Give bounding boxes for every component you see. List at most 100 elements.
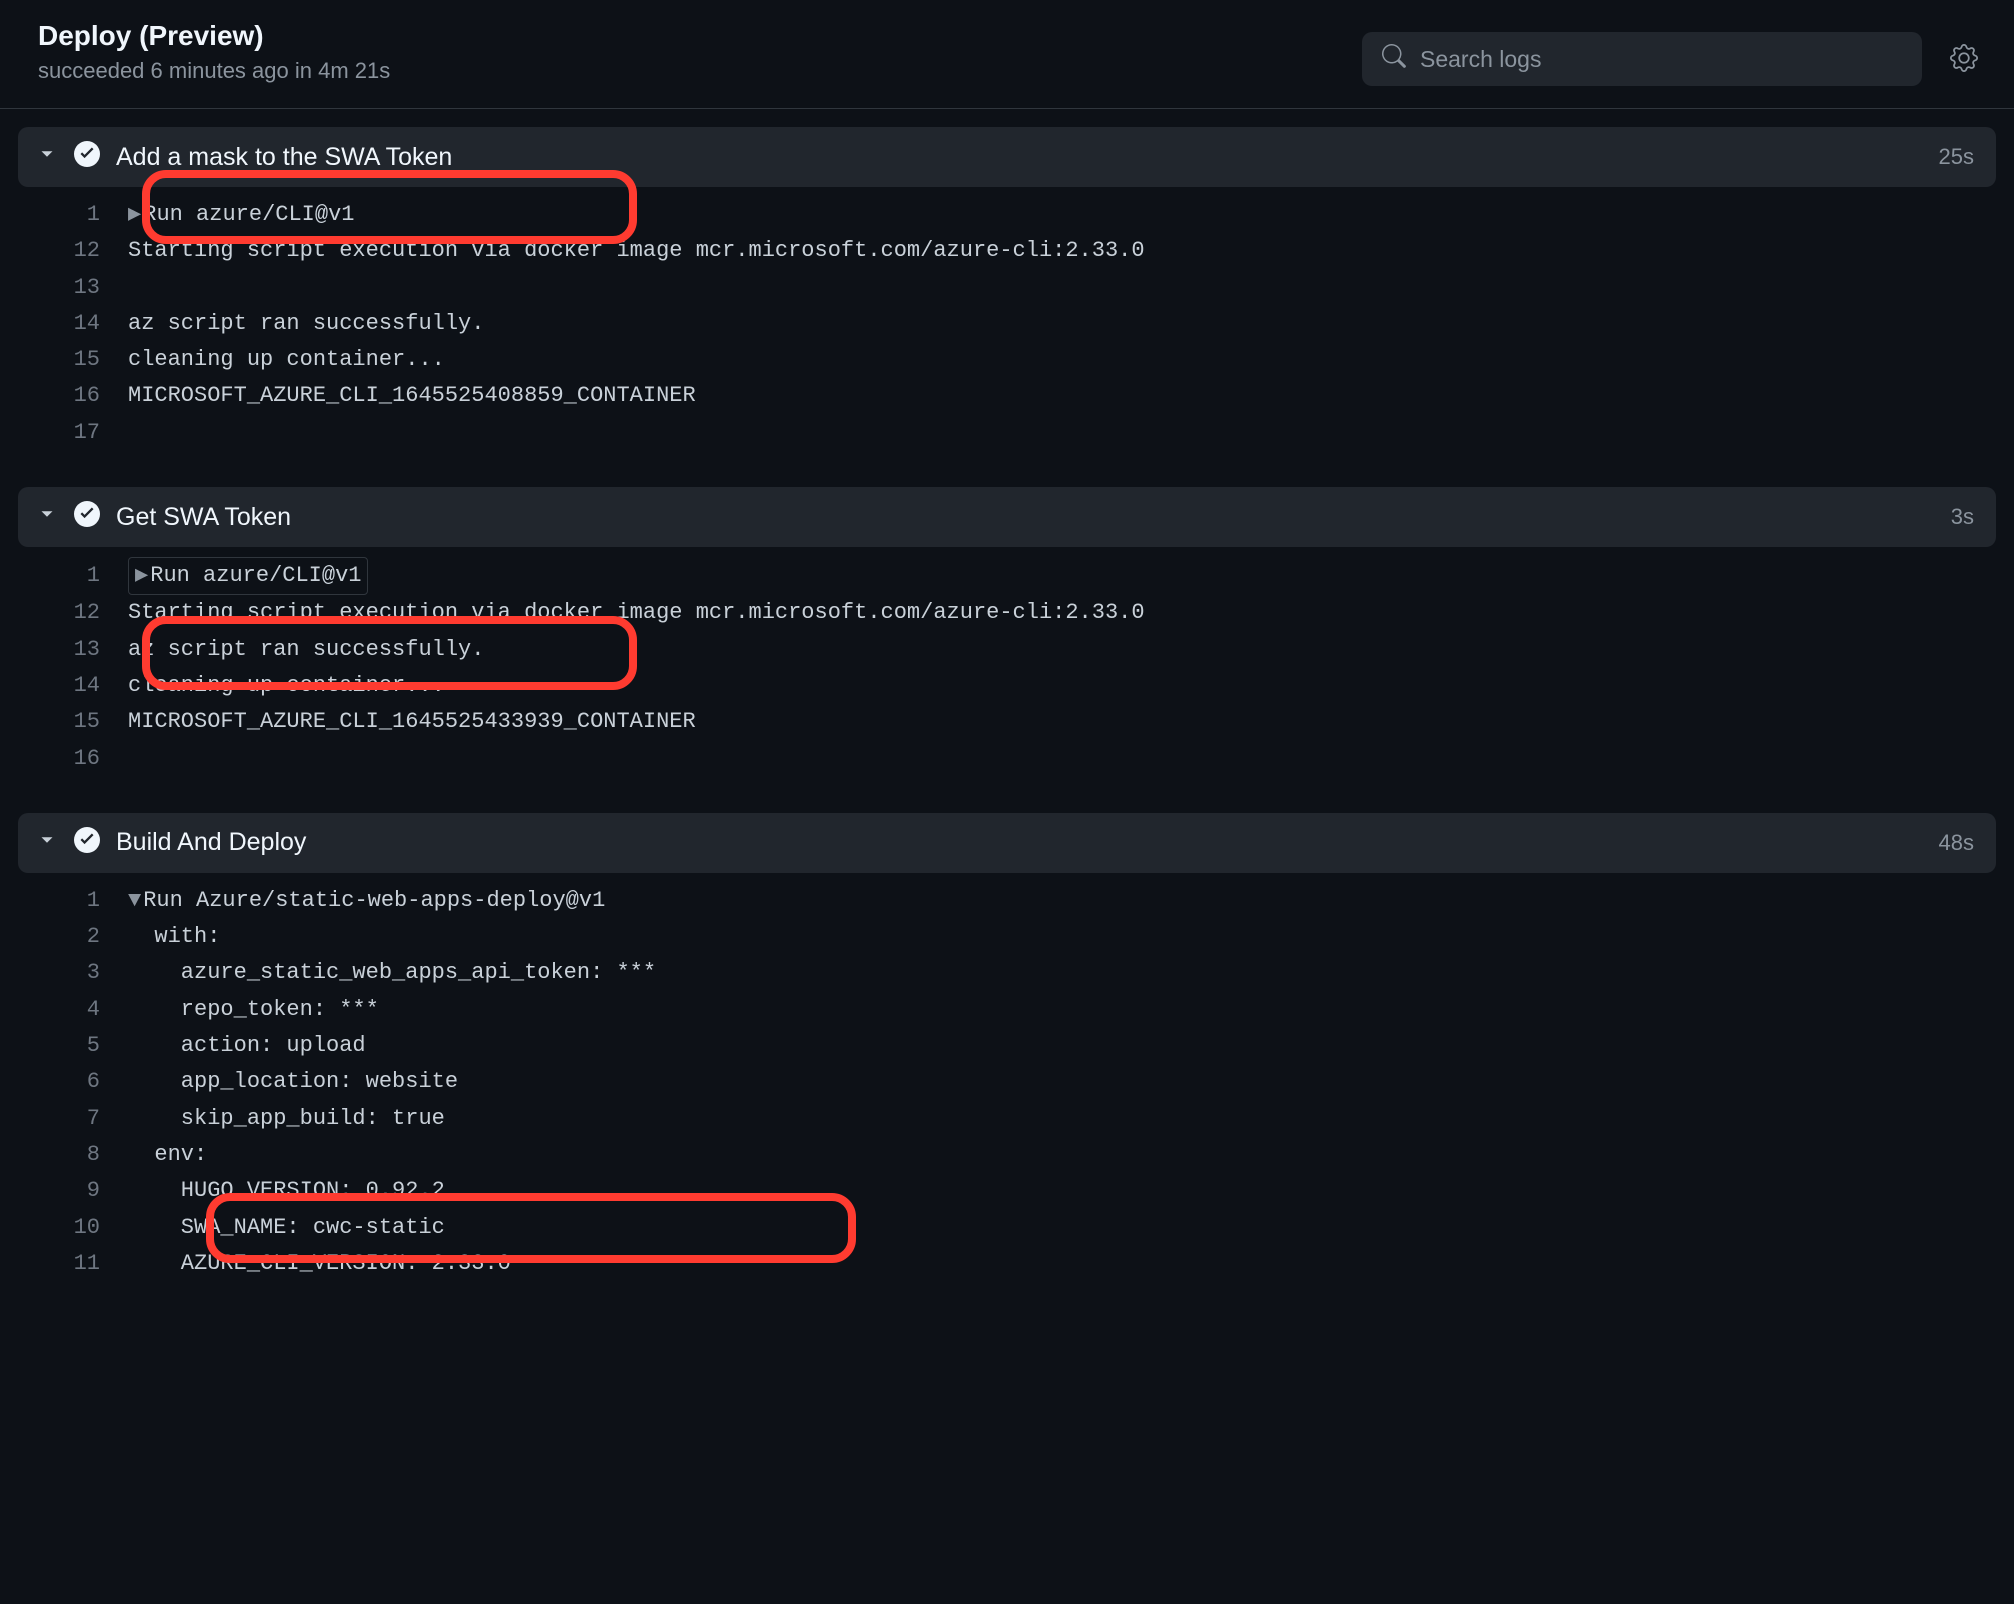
line-number: 16 <box>18 741 128 777</box>
caret-right-icon[interactable]: ▶ <box>128 197 141 233</box>
log-text: Run azure/CLI@v1 <box>143 197 354 233</box>
log-text: SWA_NAME: cwc-static <box>128 1210 445 1246</box>
search-box[interactable] <box>1362 32 1922 86</box>
log-line: 7 skip_app_build: true <box>0 1101 2014 1137</box>
status-text: succeeded <box>38 58 144 83</box>
line-number: 11 <box>18 1246 128 1282</box>
run-duration: 4m 21s <box>318 58 390 83</box>
log-line: 1▼Run Azure/static-web-apps-deploy@v1 <box>0 883 2014 919</box>
log-line: 8 env: <box>0 1137 2014 1173</box>
log-text: cleaning up container... <box>128 668 445 704</box>
log-line: 5 action: upload <box>0 1028 2014 1064</box>
page-header: Deploy (Preview) succeeded 6 minutes ago… <box>0 0 2014 109</box>
line-number: 4 <box>18 992 128 1028</box>
line-number: 14 <box>18 668 128 704</box>
log-text: repo_token: *** <box>128 992 379 1028</box>
log-line: 17 <box>0 415 2014 451</box>
line-number: 1 <box>18 197 128 233</box>
line-number: 16 <box>18 378 128 414</box>
log-text: az script ran successfully. <box>128 632 484 668</box>
log-line: 11 AZURE_CLI_VERSION: 2.33.0 <box>0 1246 2014 1282</box>
log-text: Run azure/CLI@v1 <box>150 563 361 588</box>
search-icon <box>1382 44 1406 74</box>
log-text: cleaning up container... <box>128 342 445 378</box>
line-number: 5 <box>18 1028 128 1064</box>
log-text: az script ran successfully. <box>128 306 484 342</box>
line-number: 14 <box>18 306 128 342</box>
log-text: skip_app_build: true <box>128 1101 445 1137</box>
search-input[interactable] <box>1420 46 1902 73</box>
log-text: MICROSOFT_AZURE_CLI_1645525408859_CONTAI… <box>128 378 696 414</box>
log-line: 2 with: <box>0 919 2014 955</box>
check-circle-icon <box>74 501 100 533</box>
chevron-down-icon <box>36 143 58 171</box>
log-text: Starting script execution via docker ima… <box>128 595 1145 631</box>
log-line: 16MICROSOFT_AZURE_CLI_1645525408859_CONT… <box>0 378 2014 414</box>
line-number: 17 <box>18 415 128 451</box>
line-number: 2 <box>18 919 128 955</box>
line-number: 10 <box>18 1210 128 1246</box>
line-number: 12 <box>18 233 128 269</box>
log-text: MICROSOFT_AZURE_CLI_1645525433939_CONTAI… <box>128 704 696 740</box>
caret-down-icon[interactable]: ▼ <box>128 883 141 919</box>
log-block: 1▼Run Azure/static-web-apps-deploy@v12 w… <box>0 873 2014 1300</box>
check-circle-icon <box>74 827 100 859</box>
log-line: 12Starting script execution via docker i… <box>0 595 2014 631</box>
header-left: Deploy (Preview) succeeded 6 minutes ago… <box>38 20 390 84</box>
log-text: Run Azure/static-web-apps-deploy@v1 <box>143 883 605 919</box>
check-circle-icon <box>74 141 100 173</box>
log-line: 16 <box>0 741 2014 777</box>
log-text: azure_static_web_apps_api_token: *** <box>128 955 656 991</box>
log-text: env: <box>128 1137 207 1173</box>
step-header[interactable]: Get SWA Token 3s <box>18 487 1996 547</box>
log-line: 15MICROSOFT_AZURE_CLI_1645525433939_CONT… <box>0 704 2014 740</box>
log-text: Starting script execution via docker ima… <box>128 233 1145 269</box>
step-duration: 25s <box>1939 144 1974 170</box>
line-number: 9 <box>18 1173 128 1209</box>
line-number: 3 <box>18 955 128 991</box>
caret-right-icon[interactable]: ▶ <box>135 563 148 588</box>
log-text: action: upload <box>128 1028 366 1064</box>
run-collapsible[interactable]: ▶Run azure/CLI@v1 <box>128 557 368 595</box>
log-line: 1▶Run azure/CLI@v1 <box>0 197 2014 233</box>
line-number: 12 <box>18 595 128 631</box>
log-line: 10 SWA_NAME: cwc-static <box>0 1210 2014 1246</box>
log-line: 4 repo_token: *** <box>0 992 2014 1028</box>
settings-button[interactable] <box>1942 36 1986 83</box>
chevron-down-icon <box>36 829 58 857</box>
log-line: 12Starting script execution via docker i… <box>0 233 2014 269</box>
line-number: 15 <box>18 704 128 740</box>
log-block: 1▶Run azure/CLI@v112Starting script exec… <box>0 187 2014 469</box>
log-line: 3 azure_static_web_apps_api_token: *** <box>0 955 2014 991</box>
log-text: app_location: website <box>128 1064 458 1100</box>
step-header[interactable]: Add a mask to the SWA Token 25s <box>18 127 1996 187</box>
log-block: 1▶Run azure/CLI@v112Starting script exec… <box>0 547 2014 795</box>
page-title: Deploy (Preview) <box>38 20 390 52</box>
header-right <box>1362 20 1986 86</box>
log-line: 14cleaning up container... <box>0 668 2014 704</box>
log-line: 13 <box>0 270 2014 306</box>
step-duration: 48s <box>1939 830 1974 856</box>
log-line: 9 HUGO_VERSION: 0.92.2 <box>0 1173 2014 1209</box>
line-number: 15 <box>18 342 128 378</box>
line-number: 7 <box>18 1101 128 1137</box>
step-title: Get SWA Token <box>116 503 1935 532</box>
step-title: Build And Deploy <box>116 828 1923 857</box>
chevron-down-icon <box>36 503 58 531</box>
log-text: AZURE_CLI_VERSION: 2.33.0 <box>128 1246 511 1282</box>
log-line: 1▶Run azure/CLI@v1 <box>0 557 2014 595</box>
line-number: 6 <box>18 1064 128 1100</box>
gear-icon <box>1950 60 1978 75</box>
log-text: HUGO_VERSION: 0.92.2 <box>128 1173 445 1209</box>
in-word: in <box>295 58 312 83</box>
log-line: 6 app_location: website <box>0 1064 2014 1100</box>
line-number: 1 <box>18 558 128 594</box>
time-ago: 6 minutes ago <box>151 58 289 83</box>
step-duration: 3s <box>1951 504 1974 530</box>
line-number: 13 <box>18 270 128 306</box>
step-title: Add a mask to the SWA Token <box>116 143 1923 172</box>
log-text: with: <box>128 919 220 955</box>
line-number: 8 <box>18 1137 128 1173</box>
page-subtitle: succeeded 6 minutes ago in 4m 21s <box>38 58 390 84</box>
step-header[interactable]: Build And Deploy 48s <box>18 813 1996 873</box>
